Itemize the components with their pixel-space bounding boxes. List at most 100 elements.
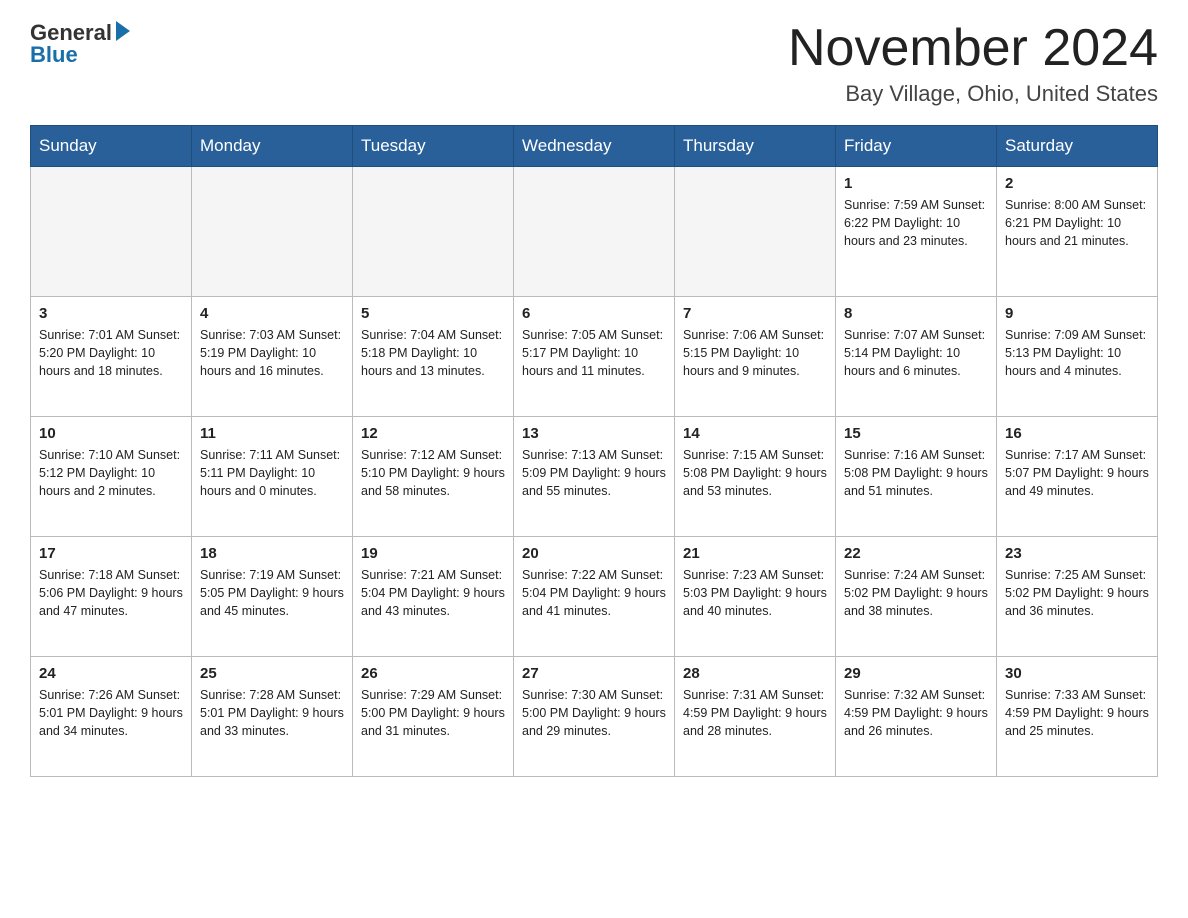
calendar-day-cell: 12 Sunrise: 7:12 AM Sunset: 5:10 PM Dayli…	[353, 417, 514, 537]
day-info: Sunrise: 7:12 AM Sunset: 5:10 PM Dayligh…	[361, 446, 505, 500]
calendar-day-cell: 30 Sunrise: 7:33 AM Sunset: 4:59 PM Dayli…	[997, 657, 1158, 777]
day-info: Sunrise: 7:04 AM Sunset: 5:18 PM Dayligh…	[361, 326, 505, 380]
day-number: 13	[522, 425, 666, 442]
day-number: 21	[683, 545, 827, 562]
calendar-day-cell: 2 Sunrise: 8:00 AM Sunset: 6:21 PM Daylig…	[997, 167, 1158, 297]
weekday-header-thursday: Thursday	[675, 126, 836, 167]
calendar-day-cell: 21Sunrise: 7:23 AM Sunset: 5:03 PM Dayli…	[675, 537, 836, 657]
calendar-day-cell: 17 Sunrise: 7:18 AM Sunset: 5:06 PM Dayli…	[31, 537, 192, 657]
weekday-header-wednesday: Wednesday	[514, 126, 675, 167]
day-number: 2	[1005, 175, 1149, 192]
day-info: Sunrise: 7:33 AM Sunset: 4:59 PM Dayligh…	[1005, 686, 1149, 740]
calendar-day-cell: 27 Sunrise: 7:30 AM Sunset: 5:00 PM Dayli…	[514, 657, 675, 777]
day-info: Sunrise: 7:25 AM Sunset: 5:02 PM Dayligh…	[1005, 566, 1149, 620]
day-number: 23	[1005, 545, 1149, 562]
day-number: 6	[522, 305, 666, 322]
day-info: Sunrise: 7:03 AM Sunset: 5:19 PM Dayligh…	[200, 326, 344, 380]
calendar-title: November 2024	[788, 20, 1158, 77]
calendar-day-cell: 4Sunrise: 7:03 AM Sunset: 5:19 PM Daylig…	[192, 297, 353, 417]
calendar-table: SundayMondayTuesdayWednesdayThursdayFrid…	[30, 125, 1158, 777]
calendar-day-cell: 25 Sunrise: 7:28 AM Sunset: 5:01 PM Dayli…	[192, 657, 353, 777]
day-number: 14	[683, 425, 827, 442]
day-info: Sunrise: 7:05 AM Sunset: 5:17 PM Dayligh…	[522, 326, 666, 380]
day-number: 18	[200, 545, 344, 562]
calendar-week-row: 24 Sunrise: 7:26 AM Sunset: 5:01 PM Dayli…	[31, 657, 1158, 777]
day-number: 16	[1005, 425, 1149, 442]
day-number: 9	[1005, 305, 1149, 322]
day-info: Sunrise: 7:24 AM Sunset: 5:02 PM Dayligh…	[844, 566, 988, 620]
weekday-header-saturday: Saturday	[997, 126, 1158, 167]
day-info: Sunrise: 8:00 AM Sunset: 6:21 PM Dayligh…	[1005, 196, 1149, 250]
calendar-day-cell: 14 Sunrise: 7:15 AM Sunset: 5:08 PM Dayli…	[675, 417, 836, 537]
day-info: Sunrise: 7:32 AM Sunset: 4:59 PM Dayligh…	[844, 686, 988, 740]
day-info: Sunrise: 7:01 AM Sunset: 5:20 PM Dayligh…	[39, 326, 183, 380]
calendar-day-cell: 22 Sunrise: 7:24 AM Sunset: 5:02 PM Dayli…	[836, 537, 997, 657]
day-info: Sunrise: 7:07 AM Sunset: 5:14 PM Dayligh…	[844, 326, 988, 380]
calendar-day-cell	[675, 167, 836, 297]
calendar-week-row: 10 Sunrise: 7:10 AM Sunset: 5:12 PM Dayli…	[31, 417, 1158, 537]
day-number: 29	[844, 665, 988, 682]
calendar-day-cell	[514, 167, 675, 297]
day-info: Sunrise: 7:18 AM Sunset: 5:06 PM Dayligh…	[39, 566, 183, 620]
logo-blue-text: Blue	[30, 42, 78, 68]
day-number: 22	[844, 545, 988, 562]
calendar-day-cell: 9 Sunrise: 7:09 AM Sunset: 5:13 PM Daylig…	[997, 297, 1158, 417]
day-number: 28	[683, 665, 827, 682]
calendar-day-cell: 20Sunrise: 7:22 AM Sunset: 5:04 PM Dayli…	[514, 537, 675, 657]
day-number: 15	[844, 425, 988, 442]
calendar-day-cell: 10 Sunrise: 7:10 AM Sunset: 5:12 PM Dayli…	[31, 417, 192, 537]
logo: General Blue	[30, 20, 130, 68]
day-number: 26	[361, 665, 505, 682]
day-info: Sunrise: 7:31 AM Sunset: 4:59 PM Dayligh…	[683, 686, 827, 740]
day-number: 7	[683, 305, 827, 322]
day-number: 19	[361, 545, 505, 562]
day-number: 10	[39, 425, 183, 442]
day-info: Sunrise: 7:06 AM Sunset: 5:15 PM Dayligh…	[683, 326, 827, 380]
day-number: 24	[39, 665, 183, 682]
day-number: 20	[522, 545, 666, 562]
day-info: Sunrise: 7:30 AM Sunset: 5:00 PM Dayligh…	[522, 686, 666, 740]
day-number: 8	[844, 305, 988, 322]
calendar-day-cell: 18 Sunrise: 7:19 AM Sunset: 5:05 PM Dayli…	[192, 537, 353, 657]
calendar-day-cell: 24 Sunrise: 7:26 AM Sunset: 5:01 PM Dayli…	[31, 657, 192, 777]
day-info: Sunrise: 7:15 AM Sunset: 5:08 PM Dayligh…	[683, 446, 827, 500]
calendar-subtitle: Bay Village, Ohio, United States	[788, 81, 1158, 107]
day-info: Sunrise: 7:16 AM Sunset: 5:08 PM Dayligh…	[844, 446, 988, 500]
day-info: Sunrise: 7:28 AM Sunset: 5:01 PM Dayligh…	[200, 686, 344, 740]
calendar-day-cell: 3Sunrise: 7:01 AM Sunset: 5:20 PM Daylig…	[31, 297, 192, 417]
weekday-header-tuesday: Tuesday	[353, 126, 514, 167]
day-number: 12	[361, 425, 505, 442]
calendar-week-row: 17 Sunrise: 7:18 AM Sunset: 5:06 PM Dayli…	[31, 537, 1158, 657]
day-number: 25	[200, 665, 344, 682]
weekday-header-row: SundayMondayTuesdayWednesdayThursdayFrid…	[31, 126, 1158, 167]
weekday-header-sunday: Sunday	[31, 126, 192, 167]
day-info: Sunrise: 7:59 AM Sunset: 6:22 PM Dayligh…	[844, 196, 988, 250]
calendar-day-cell: 13Sunrise: 7:13 AM Sunset: 5:09 PM Dayli…	[514, 417, 675, 537]
day-info: Sunrise: 7:29 AM Sunset: 5:00 PM Dayligh…	[361, 686, 505, 740]
calendar-day-cell: 1Sunrise: 7:59 AM Sunset: 6:22 PM Daylig…	[836, 167, 997, 297]
calendar-day-cell	[31, 167, 192, 297]
calendar-week-row: 1Sunrise: 7:59 AM Sunset: 6:22 PM Daylig…	[31, 167, 1158, 297]
calendar-day-cell: 11Sunrise: 7:11 AM Sunset: 5:11 PM Dayli…	[192, 417, 353, 537]
calendar-day-cell: 26 Sunrise: 7:29 AM Sunset: 5:00 PM Dayli…	[353, 657, 514, 777]
day-info: Sunrise: 7:10 AM Sunset: 5:12 PM Dayligh…	[39, 446, 183, 500]
day-number: 5	[361, 305, 505, 322]
day-number: 30	[1005, 665, 1149, 682]
day-info: Sunrise: 7:21 AM Sunset: 5:04 PM Dayligh…	[361, 566, 505, 620]
calendar-week-row: 3Sunrise: 7:01 AM Sunset: 5:20 PM Daylig…	[31, 297, 1158, 417]
calendar-day-cell: 8 Sunrise: 7:07 AM Sunset: 5:14 PM Daylig…	[836, 297, 997, 417]
calendar-day-cell: 29 Sunrise: 7:32 AM Sunset: 4:59 PM Dayli…	[836, 657, 997, 777]
day-info: Sunrise: 7:26 AM Sunset: 5:01 PM Dayligh…	[39, 686, 183, 740]
day-info: Sunrise: 7:19 AM Sunset: 5:05 PM Dayligh…	[200, 566, 344, 620]
day-info: Sunrise: 7:09 AM Sunset: 5:13 PM Dayligh…	[1005, 326, 1149, 380]
calendar-day-cell: 15 Sunrise: 7:16 AM Sunset: 5:08 PM Dayli…	[836, 417, 997, 537]
calendar-day-cell: 23 Sunrise: 7:25 AM Sunset: 5:02 PM Dayli…	[997, 537, 1158, 657]
day-info: Sunrise: 7:11 AM Sunset: 5:11 PM Dayligh…	[200, 446, 344, 500]
day-number: 27	[522, 665, 666, 682]
calendar-day-cell: 28 Sunrise: 7:31 AM Sunset: 4:59 PM Dayli…	[675, 657, 836, 777]
day-info: Sunrise: 7:17 AM Sunset: 5:07 PM Dayligh…	[1005, 446, 1149, 500]
day-number: 17	[39, 545, 183, 562]
weekday-header-monday: Monday	[192, 126, 353, 167]
calendar-day-cell: 16 Sunrise: 7:17 AM Sunset: 5:07 PM Dayli…	[997, 417, 1158, 537]
calendar-day-cell: 5 Sunrise: 7:04 AM Sunset: 5:18 PM Daylig…	[353, 297, 514, 417]
